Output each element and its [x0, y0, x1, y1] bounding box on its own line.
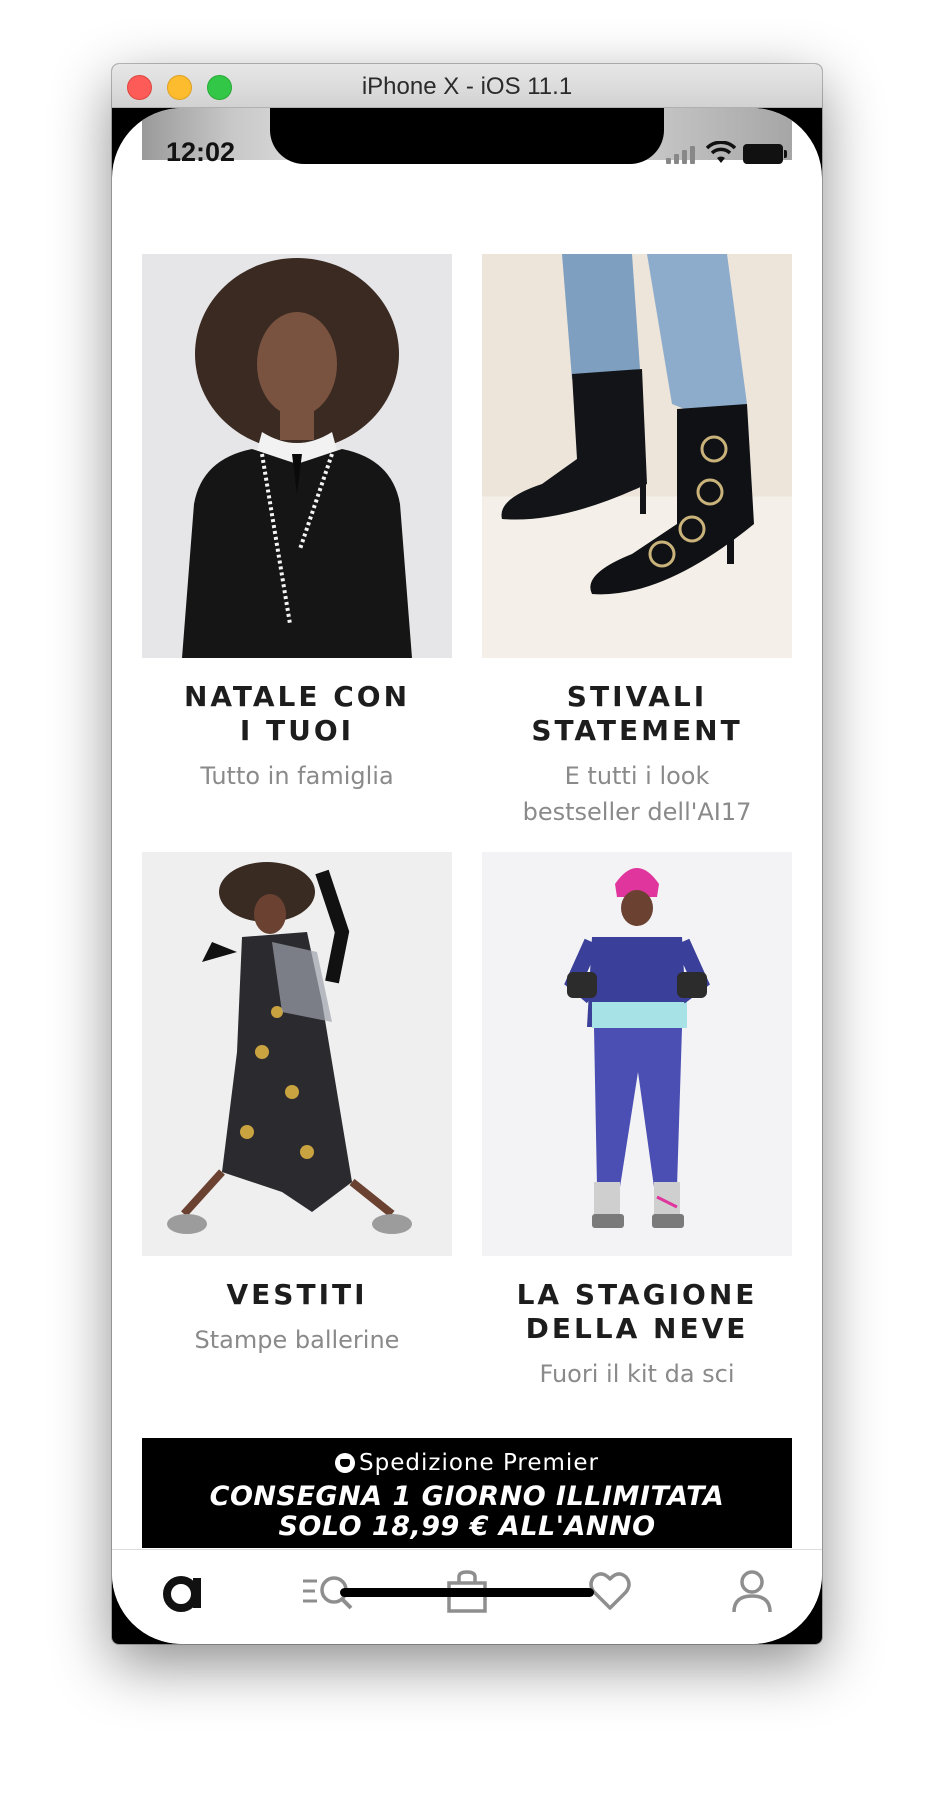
product-image [482, 852, 792, 1256]
tile-subtitle: Stampe ballerine [194, 1326, 400, 1354]
device-notch [270, 108, 664, 164]
product-image [142, 254, 452, 658]
window-titlebar: iPhone X - iOS 11.1 [112, 64, 822, 108]
black-boots-image [501, 254, 754, 595]
tile-subtitle: E tutti i look bestseller dell'AI17 [522, 762, 752, 826]
status-icons [666, 141, 787, 164]
promo-heading-row: Spedizione Premier [142, 1450, 792, 1476]
tile-subtitle: Fuori il kit da sci [539, 1360, 735, 1388]
phone-screen: 12:02 NATALE CON I TUOI Tutto in famigli… [112, 108, 822, 1644]
premier-delivery-banner[interactable]: Spedizione Premier CONSEGNA 1 GIORNO ILL… [142, 1438, 792, 1548]
tile-subtitle: Tutto in famiglia [200, 762, 394, 790]
product-image [482, 254, 792, 658]
model-floral-dress-image [167, 862, 412, 1234]
battery-icon [743, 144, 787, 164]
tab-home[interactable] [154, 1568, 214, 1620]
tile-title: LA STAGIONE DELLA NEVE [516, 1278, 758, 1345]
wifi-icon [706, 141, 736, 163]
model-black-blazer-image [182, 258, 412, 658]
promo-line-1: CONSEGNA 1 GIORNO ILLIMITATA [209, 1481, 725, 1512]
window-title: iPhone X - iOS 11.1 [361, 73, 573, 100]
category-tile-stivali[interactable]: STIVALI STATEMENT E tutti i look bestsel… [482, 254, 792, 830]
tab-account[interactable] [722, 1568, 782, 1620]
category-tile-neve[interactable]: LA STAGIONE DELLA NEVE Fuori il kit da s… [482, 852, 792, 1392]
premier-logo-icon [335, 1453, 356, 1473]
promo-heading: Spedizione Premier [359, 1450, 599, 1476]
category-tile-natale[interactable]: NATALE CON I TUOI Tutto in famiglia [142, 254, 452, 794]
profile-icon [732, 1570, 772, 1613]
simulator-window: iPhone X - iOS 11.1 12:02 NATALE CON I T… [112, 64, 822, 1644]
promo-line-2: SOLO 18,99 € ALL'ANNO [278, 1511, 656, 1542]
tile-title: NATALE CON I TUOI [183, 680, 411, 747]
tile-title: VESTITI [226, 1278, 368, 1311]
product-image [142, 852, 452, 1256]
tile-title: STIVALI STATEMENT [531, 680, 743, 747]
model-ski-outfit-image [564, 868, 710, 1228]
home-indicator[interactable] [340, 1588, 594, 1597]
category-tile-vestiti[interactable]: VESTITI Stampe ballerine [142, 852, 452, 1358]
asos-logo-icon [163, 1576, 201, 1612]
status-time: 12:02 [166, 137, 236, 167]
